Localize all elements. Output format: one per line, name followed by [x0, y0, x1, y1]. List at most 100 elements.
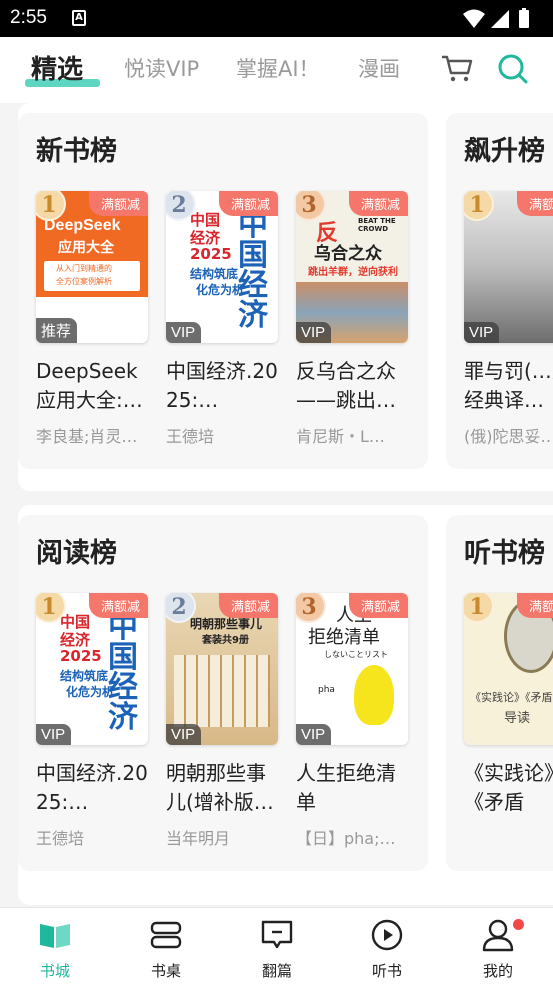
- signal-icon: [491, 10, 509, 28]
- nav-label: 我的: [482, 962, 513, 980]
- search-icon[interactable]: [497, 53, 529, 89]
- ranking-panel-audio[interactable]: 听书榜 1 满额减 《实践论》《矛盾论》 导读 《实践论》《矛盾论》…: [446, 515, 553, 871]
- book-cover[interactable]: 1 满额减 VIP: [464, 191, 553, 343]
- cover-subtitle: 应用大全: [58, 240, 114, 256]
- rank-badge: 1: [464, 191, 494, 221]
- book-author: 李良基;肖灵…: [36, 427, 138, 446]
- cover-tagline: 从入门到精通的: [56, 264, 112, 273]
- vip-badge: VIP: [296, 724, 332, 745]
- user-icon: [458, 916, 538, 954]
- book-card[interactable]: 1 满额减 DeepSeek 应用大全 从入门到精通的 全方位案例解析 推荐 D…: [36, 191, 154, 447]
- book-title: 罪与罚(…之经典译…: [464, 359, 553, 412]
- cover-author: pha: [318, 685, 335, 695]
- cover-title: 乌合之众: [314, 244, 382, 264]
- book-author: 王德培: [36, 829, 85, 848]
- book-card[interactable]: 3 满额减 人生 拒绝清单 しないことリスト pha VIP 人生拒绝清单 【日…: [296, 593, 414, 849]
- play-circle-icon: [347, 916, 427, 954]
- book-title: 明朝那些事儿(增补版…: [166, 761, 274, 814]
- book-title: 中国经济.2025:…: [36, 761, 148, 814]
- panel-title: 新书榜: [36, 136, 117, 167]
- wifi-icon: [463, 9, 485, 28]
- book-cover[interactable]: 1 满额减 DeepSeek 应用大全 从入门到精通的 全方位案例解析 推荐: [36, 191, 148, 343]
- cover-en-title: BEAT THE CROWD: [358, 217, 396, 233]
- recommend-badge: 推荐: [36, 318, 78, 343]
- ranking-section: 阅读榜 1 满额减 中国 经济 2025 结构筑底 化危为机 中国经济 VIP …: [18, 505, 553, 905]
- promo-tag: 满额减: [516, 191, 553, 216]
- book-card[interactable]: 3 满额减 反 乌合之众 BEAT THE CROWD 跳出羊群，逆向获利 VI…: [296, 191, 414, 447]
- book-cover[interactable]: 1 满额减 《实践论》《矛盾论》 导读: [464, 593, 553, 745]
- book-title: DeepSeek应用大全:…: [36, 359, 143, 412]
- promo-tag: 满额减: [88, 191, 148, 216]
- promo-tag: 满额减: [218, 593, 278, 618]
- rank-badge: 1: [464, 593, 494, 623]
- nav-bookstore[interactable]: 书城: [15, 916, 95, 981]
- cover-subtitle: 跳出羊群，逆向获利: [308, 267, 398, 278]
- battery-icon: [519, 8, 529, 28]
- book-author: 王德培: [166, 427, 215, 446]
- content-scroll[interactable]: 新书榜 1 满额减 DeepSeek 应用大全 从入门到精通的 全方位案例解析 …: [0, 103, 553, 907]
- open-book-icon: [15, 916, 95, 954]
- book-title: 中国经济.2025:…: [166, 359, 278, 412]
- app-notification-icon: A: [72, 10, 86, 26]
- bottom-nav: 书城 书桌 翻篇 听书 我的: [0, 907, 553, 984]
- vip-badge: VIP: [36, 724, 72, 745]
- tab-featured[interactable]: 精选: [31, 49, 83, 86]
- rank-badge: 3: [296, 593, 326, 623]
- books-stack-icon: [126, 916, 206, 954]
- book-author: (俄)陀思妥…: [464, 427, 553, 446]
- promo-tag: 满额减: [516, 593, 553, 618]
- book-author: 【日】pha;…: [296, 829, 396, 848]
- promo-tag: 满额减: [88, 593, 148, 618]
- cover-tagline-2: 全方位案例解析: [56, 277, 112, 286]
- nav-bookshelf[interactable]: 书桌: [126, 916, 206, 981]
- nav-label: 书桌: [150, 962, 181, 980]
- nav-label: 听书: [371, 962, 402, 980]
- vip-badge: VIP: [464, 322, 500, 343]
- status-indicators: [461, 8, 541, 30]
- vip-badge: VIP: [166, 322, 202, 343]
- ranking-panel-reading[interactable]: 阅读榜 1 满额减 中国 经济 2025 结构筑底 化危为机 中国经济 VIP …: [18, 515, 428, 871]
- book-cover[interactable]: 1 满额减 中国 经济 2025 结构筑底 化危为机 中国经济 VIP: [36, 593, 148, 745]
- book-card[interactable]: 2 满额减 中国 经济 2025 结构筑底 化危为机 中国经济 VIP 中国经济…: [166, 191, 284, 447]
- book-cover[interactable]: 3 满额减 反 乌合之众 BEAT THE CROWD 跳出羊群，逆向获利 VI…: [296, 191, 408, 343]
- book-cover[interactable]: 3 满额减 人生 拒绝清单 しないことリスト pha VIP: [296, 593, 408, 745]
- cover-title-2: 拒绝清单: [308, 627, 380, 648]
- nav-flip[interactable]: 翻篇: [237, 916, 317, 981]
- cover-subtitle: 套装共9册: [202, 635, 249, 646]
- vip-badge: VIP: [166, 724, 202, 745]
- book-author: 当年明月: [166, 829, 231, 848]
- book-cover[interactable]: 2 满额减 中国 经济 2025 结构筑底 化危为机 中国经济 VIP: [166, 191, 278, 343]
- nav-profile[interactable]: 我的: [458, 916, 538, 981]
- cover-subtitle-2: 化危为机: [196, 283, 245, 297]
- book-title: 《实践论》《矛盾论》…: [464, 761, 553, 814]
- promo-tag: 满额减: [218, 191, 278, 216]
- ranking-panel-rising[interactable]: 飙升榜 1 满额减 VIP 罪与罚(…之经典译… (俄)陀思妥…: [446, 113, 553, 469]
- notification-dot: [513, 919, 524, 930]
- status-bar: 2:55 A: [0, 0, 553, 37]
- book-author: 肯尼斯・L…: [296, 427, 385, 446]
- book-cover[interactable]: 2 满额减 明朝那些事儿 套装共9册 VIP: [166, 593, 278, 745]
- book-card[interactable]: 1 满额减 《实践论》《矛盾论》 导读 《实践论》《矛盾论》…: [464, 593, 553, 825]
- book-card[interactable]: 2 满额减 明朝那些事儿 套装共9册 VIP 明朝那些事儿(增补版… 当年明月: [166, 593, 284, 849]
- promo-tag: 满额减: [348, 593, 408, 618]
- ranking-panel-new-books[interactable]: 新书榜 1 满额减 DeepSeek 应用大全 从入门到精通的 全方位案例解析 …: [18, 113, 428, 469]
- panel-title: 阅读榜: [36, 538, 117, 569]
- cover-year: 2025: [190, 245, 232, 263]
- promo-tag: 满额减: [348, 191, 408, 216]
- cover-year: 2025: [60, 647, 102, 665]
- cover-subtitle: 结构筑底: [190, 267, 239, 281]
- nav-label: 翻篇: [261, 962, 292, 980]
- tab-ai[interactable]: 掌握AI！: [236, 53, 320, 83]
- book-title: 人生拒绝清单: [296, 761, 396, 814]
- book-card[interactable]: 1 满额减 中国 经济 2025 结构筑底 化危为机 中国经济 VIP 中国经济…: [36, 593, 154, 849]
- cover-subtitle-2: 化危为机: [66, 685, 115, 699]
- panel-title: 飙升榜: [464, 136, 545, 167]
- cart-icon[interactable]: [440, 53, 474, 87]
- panel-title: 听书榜: [464, 538, 545, 569]
- tab-comics[interactable]: 漫画: [358, 53, 400, 83]
- tab-vip[interactable]: 悦读VIP: [124, 53, 199, 83]
- book-card[interactable]: 1 满额减 VIP 罪与罚(…之经典译… (俄)陀思妥…: [464, 191, 553, 447]
- status-time: 2:55: [10, 7, 47, 28]
- nav-audiobook[interactable]: 听书: [347, 916, 427, 981]
- cover-title: 《实践论》《矛盾论》: [470, 691, 553, 704]
